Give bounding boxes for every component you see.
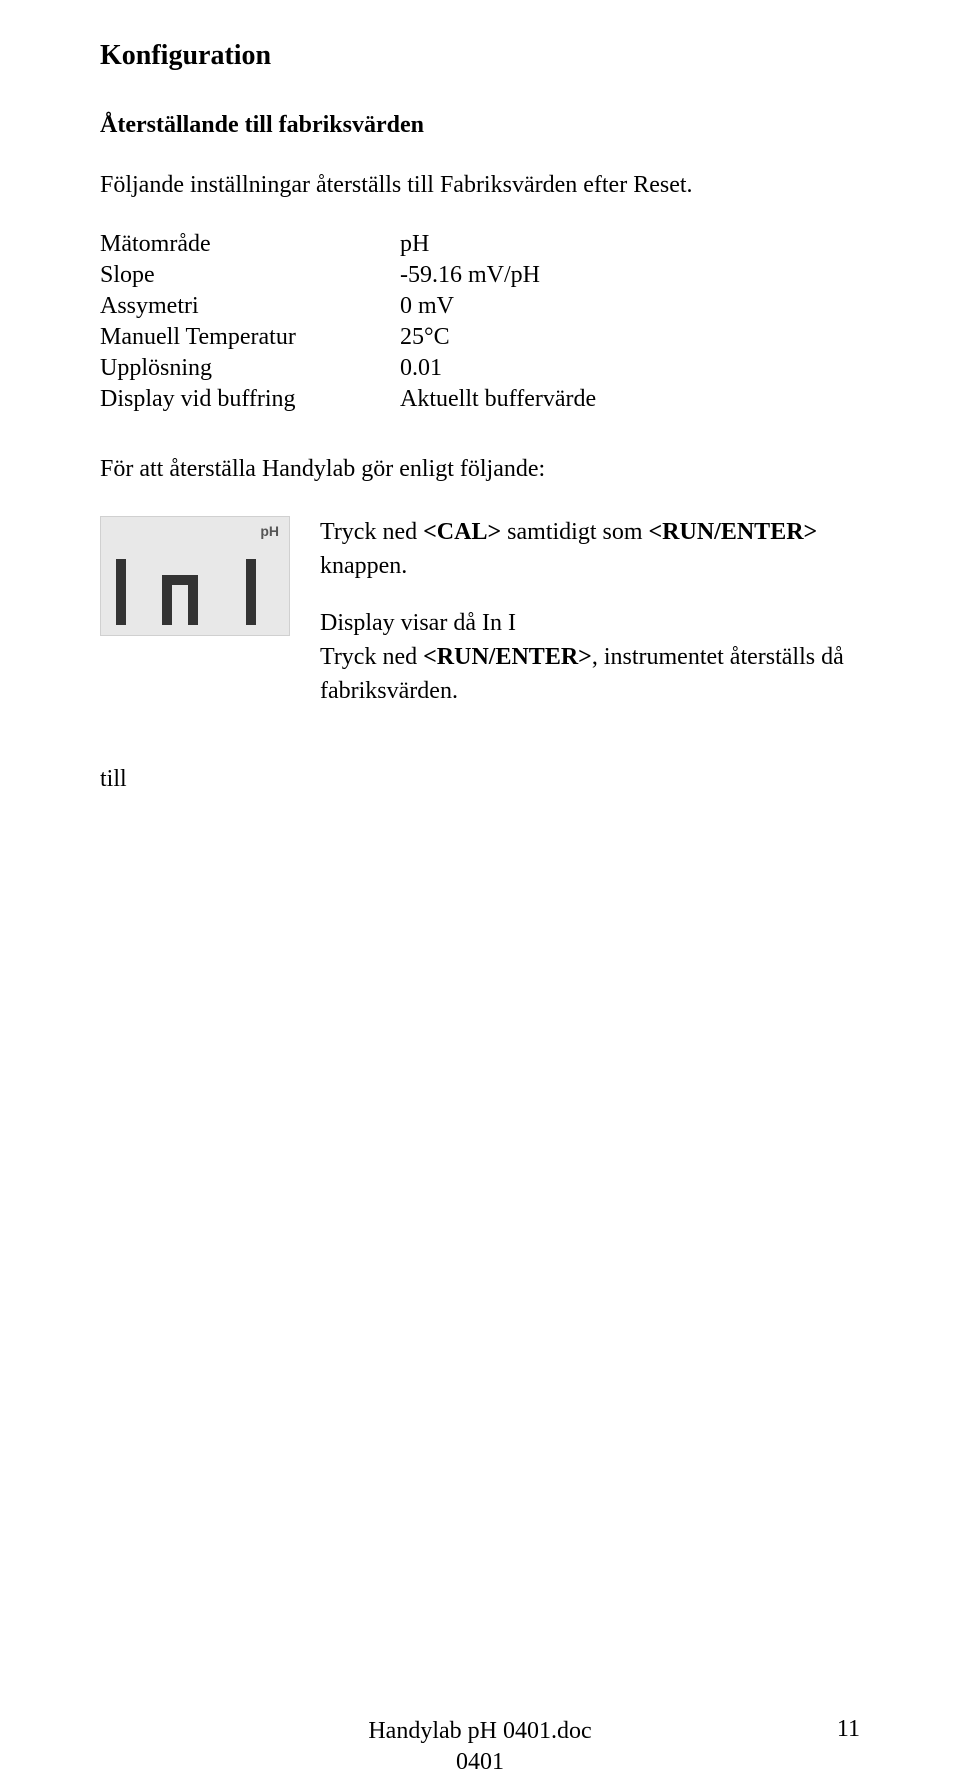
lcd-badge-ph: pH: [260, 523, 279, 539]
instruction-line-2: knappen.: [320, 550, 844, 582]
text-fragment: Tryck ned: [320, 644, 423, 670]
setting-value: 0.01: [400, 355, 860, 382]
settings-table: Mätområde pH Slope -59.16 mV/pH Assymetr…: [100, 231, 860, 413]
footer-subline: 0401: [0, 1747, 960, 1778]
text-fragment: samtidigt som: [501, 519, 648, 545]
instruction-text: Tryck ned <CAL> samtidigt som <RUN/ENTER…: [320, 516, 844, 710]
intro-paragraph: Följande inställningar återställs till F…: [100, 169, 860, 201]
setting-value: 25°C: [400, 324, 860, 351]
instruction-line-5: fabriksvärden.: [320, 675, 844, 707]
lcd-figure: pH till: [100, 516, 290, 793]
till-word: till: [100, 636, 290, 793]
instruction-line-3: Display visar då In I: [320, 607, 844, 639]
text-fragment: , instrumentet återställs då: [592, 644, 844, 670]
footer-page-number: 11: [837, 1716, 860, 1743]
footer-center: Handylab pH 0401.doc 0401: [0, 1716, 960, 1778]
heading-konfiguration: Konfiguration: [100, 40, 860, 72]
instruction-block: pH till Tryck ned <CAL> samtidigt som <R…: [100, 516, 860, 793]
spacer: [320, 585, 844, 605]
setting-value: pH: [400, 231, 860, 258]
key-run-enter: <RUN/ENTER>: [423, 644, 592, 670]
lcd-glyph-n: [160, 557, 200, 627]
setting-label: Mätområde: [100, 231, 400, 258]
instruction-line-4: Tryck ned <RUN/ENTER>, instrumentet åter…: [320, 641, 844, 673]
setting-label: Display vid buffring: [100, 386, 400, 413]
key-cal: <CAL>: [423, 519, 501, 545]
setting-value: Aktuellt buffervärde: [400, 386, 860, 413]
restore-line: För att återställa Handylab gör enligt f…: [100, 453, 860, 485]
lcd-glyph-I2: [240, 557, 280, 627]
lcd-screen: pH: [100, 516, 290, 636]
setting-label: Slope: [100, 262, 400, 289]
heading-reset: Återställande till fabriksvärden: [100, 112, 860, 139]
lcd-glyphs: [101, 557, 289, 627]
key-run-enter: <RUN/ENTER>: [649, 519, 818, 545]
setting-label: Manuell Temperatur: [100, 324, 400, 351]
setting-value: -59.16 mV/pH: [400, 262, 860, 289]
lcd-glyph-I: [110, 557, 150, 627]
instruction-line-1: Tryck ned <CAL> samtidigt som <RUN/ENTER…: [320, 516, 844, 548]
lcd-glyph-space: [210, 557, 230, 627]
setting-value: 0 mV: [400, 293, 860, 320]
setting-label: Upplösning: [100, 355, 400, 382]
setting-label: Assymetri: [100, 293, 400, 320]
footer-filename: Handylab pH 0401.doc: [0, 1716, 960, 1747]
text-fragment: Tryck ned: [320, 519, 423, 545]
